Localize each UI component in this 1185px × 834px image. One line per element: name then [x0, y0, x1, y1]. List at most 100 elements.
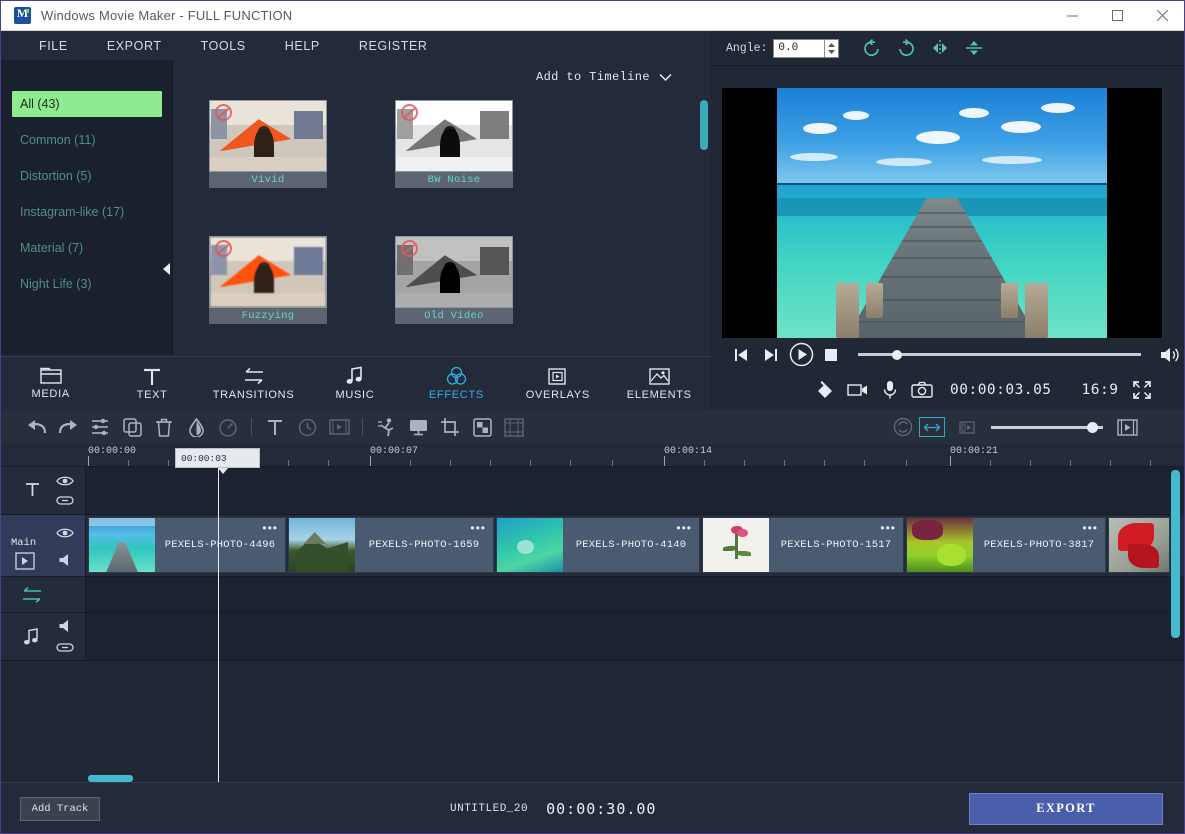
- screen-button[interactable]: [402, 412, 434, 442]
- effect-card[interactable]: Fuzzying: [209, 236, 327, 324]
- speed-button[interactable]: [212, 412, 244, 442]
- menu-help[interactable]: HELP: [271, 34, 334, 58]
- tab-music[interactable]: MUSIC: [304, 357, 405, 411]
- category-common[interactable]: Common (11): [12, 127, 162, 153]
- category-material[interactable]: Material (7): [12, 235, 162, 261]
- add-text-button[interactable]: [259, 412, 291, 442]
- track-mute-icon[interactable]: [56, 617, 74, 635]
- flip-horizontal-button[interactable]: [925, 34, 955, 62]
- timeline-vertical-scrollbar[interactable]: [1171, 470, 1180, 638]
- track-header-transition[interactable]: [0, 577, 86, 613]
- rotate-right-button[interactable]: [891, 34, 921, 62]
- timeline-zoom-slider[interactable]: [991, 426, 1103, 429]
- previous-frame-button[interactable]: [726, 340, 756, 370]
- maximize-button[interactable]: [1095, 0, 1140, 31]
- track-lock-icon[interactable]: [56, 639, 74, 655]
- clip-menu-icon[interactable]: •••: [880, 521, 896, 535]
- menu-tools[interactable]: TOOLS: [187, 34, 260, 58]
- adjust-button[interactable]: [84, 412, 116, 442]
- add-track-button[interactable]: Add Track: [20, 797, 100, 821]
- track-header-music[interactable]: [0, 613, 86, 661]
- menu-file[interactable]: FILE: [25, 34, 82, 58]
- timeline-clip[interactable]: PEXELS-PHOTO-4140 •••: [496, 517, 700, 573]
- timeline-clip[interactable]: [1108, 517, 1170, 573]
- track-visibility-icon[interactable]: [56, 473, 74, 489]
- export-button[interactable]: EXPORT: [969, 793, 1163, 825]
- microphone-button[interactable]: [874, 375, 906, 405]
- mosaic-button[interactable]: [466, 412, 498, 442]
- track-lane-text[interactable]: [86, 467, 1185, 515]
- tab-text[interactable]: TEXT: [101, 357, 202, 411]
- duration-button[interactable]: [291, 412, 323, 442]
- stop-button[interactable]: [816, 340, 846, 370]
- category-distortion[interactable]: Distortion (5): [12, 163, 162, 189]
- film-button[interactable]: [323, 412, 355, 442]
- seek-handle[interactable]: [892, 350, 902, 360]
- timeline-clip[interactable]: PEXELS-PHOTO-4496 •••: [88, 517, 286, 573]
- minimize-button[interactable]: [1050, 0, 1095, 31]
- close-button[interactable]: [1140, 0, 1185, 31]
- paint-bucket-button[interactable]: [810, 375, 842, 405]
- record-video-button[interactable]: [842, 375, 874, 405]
- zoom-out-frames-button[interactable]: [951, 412, 983, 442]
- track-lane-music[interactable]: [86, 613, 1185, 661]
- clip-menu-icon[interactable]: •••: [1082, 521, 1098, 535]
- rotate-left-button[interactable]: [857, 34, 887, 62]
- duplicate-button[interactable]: [116, 412, 148, 442]
- add-to-timeline-button[interactable]: Add to Timeline: [536, 70, 672, 84]
- fullscreen-button[interactable]: [1126, 375, 1158, 405]
- tab-elements[interactable]: ELEMENTS: [609, 357, 710, 411]
- video-preview[interactable]: [722, 88, 1162, 338]
- volume-button[interactable]: [1155, 340, 1185, 370]
- timeline-empty-area[interactable]: [86, 661, 1185, 783]
- snapshot-button[interactable]: [906, 375, 938, 405]
- refresh-button[interactable]: [887, 412, 919, 442]
- track-header-text[interactable]: [0, 467, 86, 515]
- tab-transitions[interactable]: TRANSITIONS: [203, 357, 304, 411]
- category-all[interactable]: All (43): [12, 91, 162, 117]
- track-lock-icon[interactable]: [56, 492, 74, 508]
- seek-slider[interactable]: [858, 353, 1141, 356]
- playhead-indicator[interactable]: 00:00:03: [175, 448, 260, 468]
- effect-thumbnail[interactable]: [395, 100, 513, 172]
- track-lane-transition[interactable]: [86, 577, 1185, 613]
- clip-menu-icon[interactable]: •••: [676, 521, 692, 535]
- delete-button[interactable]: [148, 412, 180, 442]
- menu-export[interactable]: EXPORT: [93, 34, 176, 58]
- motion-button[interactable]: [370, 412, 402, 442]
- grid-button[interactable]: [498, 412, 530, 442]
- timeline-horizontal-scrollbar[interactable]: [88, 775, 133, 782]
- effect-card[interactable]: Vivid: [209, 100, 327, 188]
- crop-button[interactable]: [434, 412, 466, 442]
- tab-media[interactable]: MEDIA: [0, 357, 101, 411]
- effects-scrollbar[interactable]: [700, 100, 708, 150]
- clip-menu-icon[interactable]: •••: [262, 521, 278, 535]
- angle-input[interactable]: 0.0: [773, 39, 825, 58]
- timeline-clip[interactable]: PEXELS-PHOTO-1517 •••: [702, 517, 904, 573]
- track-mute-icon[interactable]: [56, 551, 74, 569]
- category-night-life[interactable]: Night Life (3): [12, 271, 162, 297]
- category-instagram-like[interactable]: Instagram-like (17): [12, 199, 162, 225]
- timeline-clip[interactable]: PEXELS-PHOTO-3817 •••: [906, 517, 1106, 573]
- effect-card[interactable]: Old Video: [395, 236, 513, 324]
- angle-stepper[interactable]: [825, 39, 839, 58]
- track-visibility-icon[interactable]: [56, 525, 74, 541]
- undo-button[interactable]: [20, 412, 52, 442]
- timeline-zoom-handle[interactable]: [1087, 422, 1098, 433]
- color-button[interactable]: [180, 412, 212, 442]
- effect-card[interactable]: BW Noise: [395, 100, 513, 188]
- track-header-main[interactable]: Main: [0, 515, 86, 577]
- flip-vertical-button[interactable]: [959, 34, 989, 62]
- effect-thumbnail[interactable]: [395, 236, 513, 308]
- play-button[interactable]: [786, 340, 816, 370]
- clip-menu-icon[interactable]: •••: [470, 521, 486, 535]
- menu-register[interactable]: REGISTER: [345, 34, 442, 58]
- track-lane-main[interactable]: PEXELS-PHOTO-4496 ••• PEXELS-PHOTO-1659 …: [86, 515, 1185, 577]
- next-frame-button[interactable]: [756, 340, 786, 370]
- redo-button[interactable]: [52, 412, 84, 442]
- timeline-clip[interactable]: PEXELS-PHOTO-1659 •••: [288, 517, 494, 573]
- tab-effects[interactable]: EFFECTS: [406, 357, 507, 411]
- effect-thumbnail[interactable]: [209, 100, 327, 172]
- collapse-sidebar-icon[interactable]: [160, 258, 172, 280]
- zoom-in-frames-button[interactable]: [1111, 412, 1143, 442]
